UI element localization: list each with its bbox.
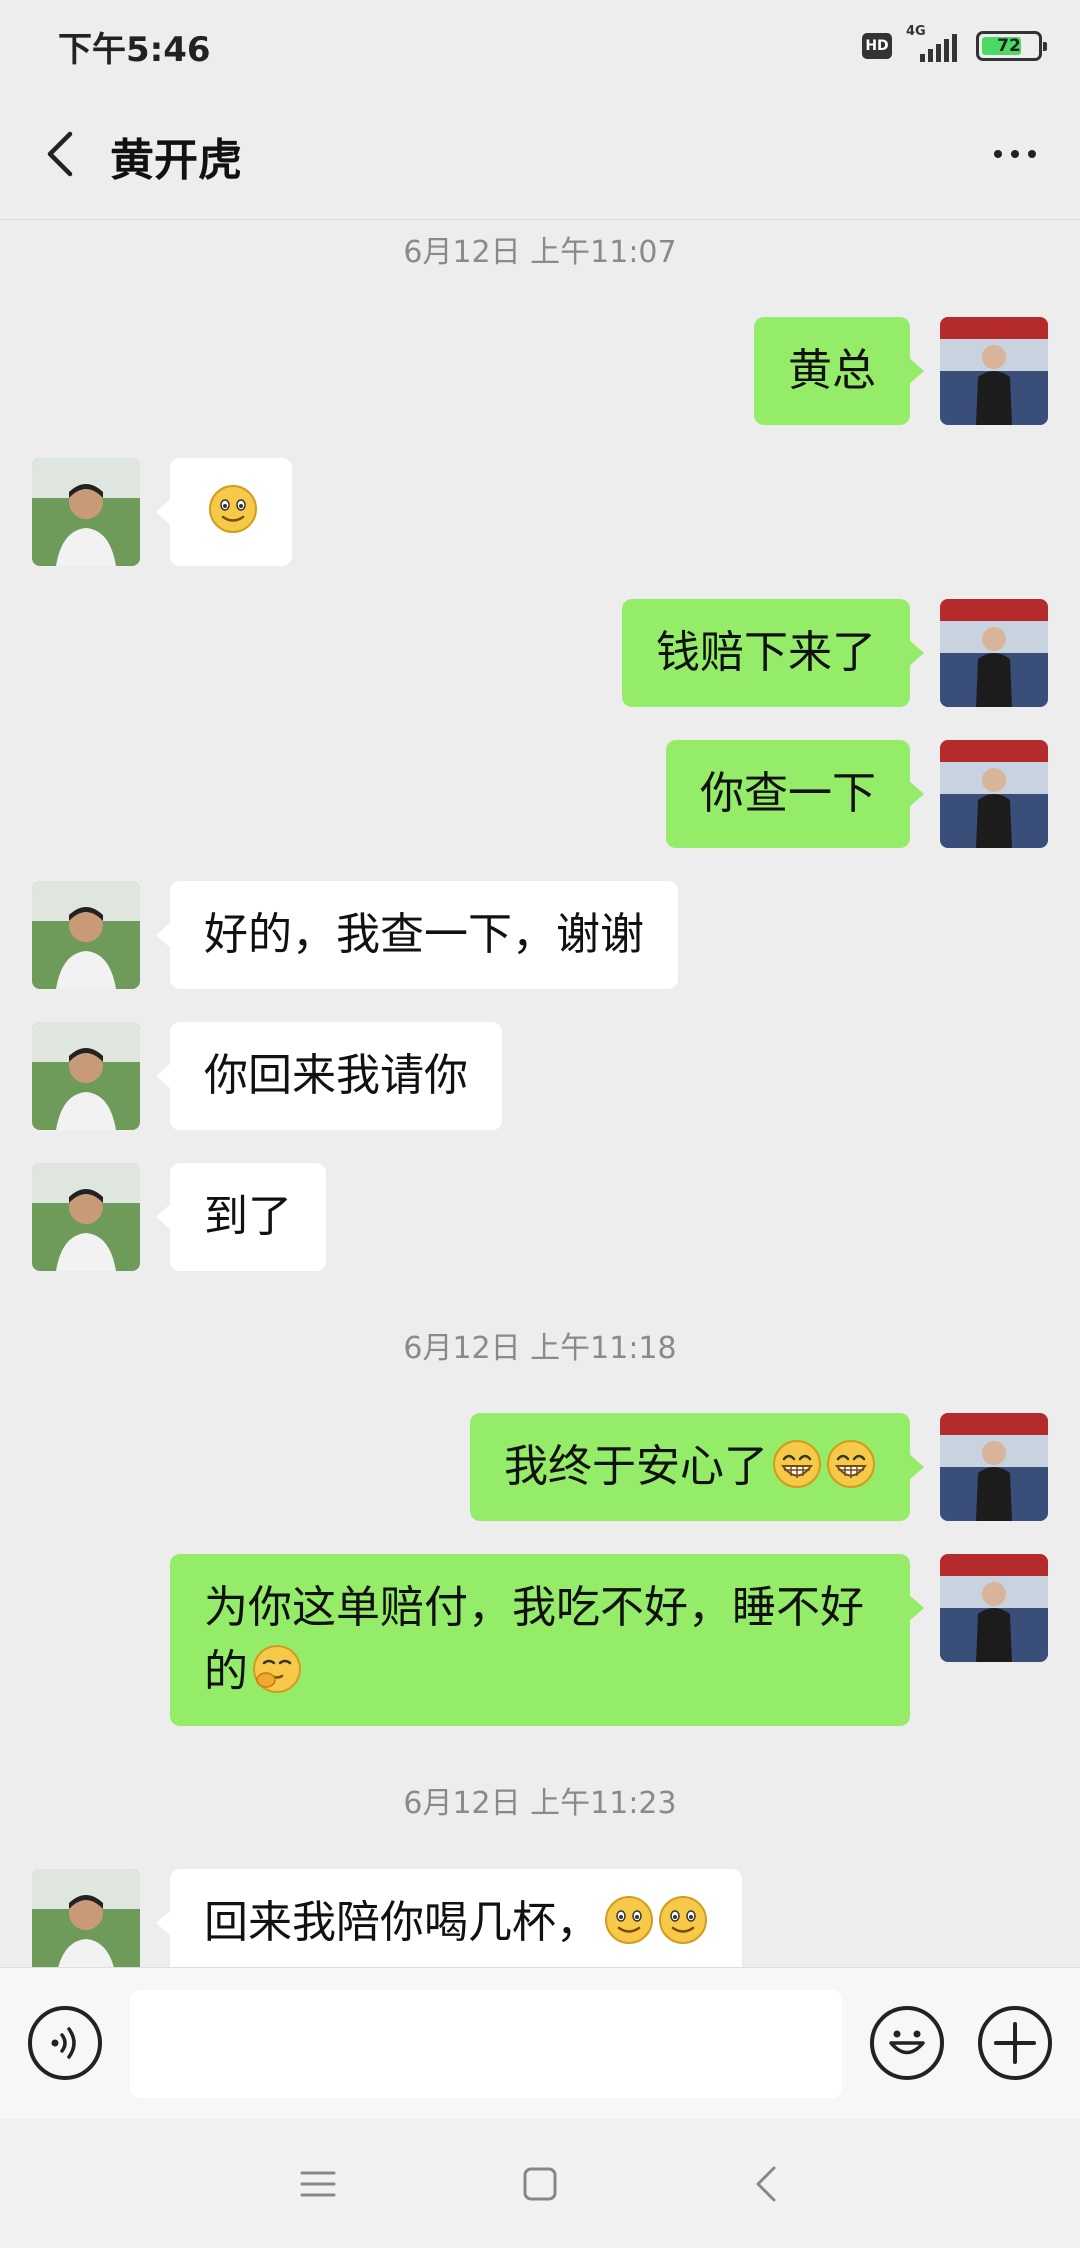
chat-screen: 下午5:46 HD 4G 72 黄开虎 6月12日 上午11:07 黄总 钱赔下… (0, 0, 1080, 2248)
menu-icon (300, 2171, 336, 2197)
back-icon (756, 2166, 776, 2202)
plus-icon (994, 2022, 1036, 2064)
message-bubble[interactable]: 你回来我请你 (156, 1022, 502, 1130)
home-icon (523, 2167, 557, 2201)
message-text: 黄总 (788, 345, 876, 396)
message-text: 为你这单赔付，我吃不好，睡不好的 (204, 1582, 864, 1697)
message-bubble[interactable]: 我终于安心了 (470, 1413, 924, 1521)
message-text: 好的，我查一下，谢谢 (204, 909, 644, 960)
status-bar: 下午5:46 HD 4G 72 (0, 0, 1080, 88)
recent-apps-button[interactable] (278, 2149, 358, 2219)
contact-avatar[interactable] (32, 1869, 140, 1967)
home-button[interactable] (500, 2149, 580, 2219)
smile-emoji-icon (658, 1895, 708, 1945)
more-button[interactable] (980, 122, 1050, 186)
message-bubble[interactable]: 到了 (156, 1163, 326, 1271)
signal-icon: 4G (906, 24, 962, 64)
timestamp: 6月12日 上午11:07 (403, 235, 677, 270)
input-bar (0, 1967, 1080, 2119)
system-back-button[interactable] (726, 2149, 806, 2219)
contact-avatar[interactable] (32, 1163, 140, 1271)
smile-emoji-icon (604, 1895, 654, 1945)
my-avatar[interactable] (940, 1413, 1048, 1521)
my-avatar[interactable] (940, 317, 1048, 425)
hd-icon: HD (862, 33, 892, 59)
message-text: 你查一下 (700, 768, 876, 819)
smile-emoji-icon (208, 484, 258, 534)
voice-icon (51, 2027, 76, 2059)
contact-avatar[interactable] (32, 881, 140, 989)
my-avatar[interactable] (940, 740, 1048, 848)
contact-avatar[interactable] (32, 458, 140, 566)
voice-button[interactable] (28, 2006, 102, 2080)
message-text: 回来我陪你喝几杯， (204, 1897, 600, 1948)
status-icons: HD 4G 72 (862, 24, 1047, 66)
message-bubble[interactable]: 为你这单赔付，我吃不好，睡不好的 (170, 1554, 924, 1726)
battery-level: 72 (997, 36, 1021, 56)
grin-emoji-icon (772, 1439, 822, 1489)
shy-emoji-icon (252, 1644, 302, 1694)
back-button[interactable] (30, 122, 94, 186)
my-avatar[interactable] (940, 1554, 1048, 1662)
timestamp: 6月12日 上午11:18 (403, 1331, 677, 1366)
grin-emoji-icon (826, 1439, 876, 1489)
status-time: 下午5:46 (58, 30, 211, 70)
message-text: 我终于安心了 (504, 1441, 768, 1492)
message-bubble[interactable]: 回来我陪你喝几杯， (156, 1869, 742, 1967)
contact-avatar[interactable] (32, 1022, 140, 1130)
message-list[interactable]: 6月12日 上午11:07 黄总 钱赔下来了 你查一下 好的，我查一下，谢谢 你… (0, 221, 1080, 1967)
message-text: 到了 (204, 1191, 292, 1242)
message-text: 钱赔下来了 (656, 627, 876, 678)
timestamp: 6月12日 上午11:23 (403, 1786, 677, 1821)
nav-bar: 黄开虎 (0, 88, 1080, 220)
message-input[interactable] (130, 1990, 842, 2098)
emoji-button[interactable] (870, 2006, 944, 2080)
message-bubble[interactable] (156, 458, 292, 566)
message-bubble[interactable]: 钱赔下来了 (622, 599, 924, 707)
emoji-icon (889, 2030, 925, 2055)
message-bubble[interactable]: 好的，我查一下，谢谢 (156, 881, 678, 989)
battery-icon: 72 (976, 31, 1047, 61)
message-bubble[interactable]: 黄总 (754, 317, 924, 425)
more-functions-button[interactable] (978, 2006, 1052, 2080)
chat-title: 黄开虎 (110, 135, 242, 186)
more-dots-icon (994, 150, 1036, 158)
message-bubble[interactable]: 你查一下 (666, 740, 924, 848)
chevron-left-icon (47, 131, 73, 177)
message-text: 你回来我请你 (204, 1050, 468, 1101)
system-nav-bar (0, 2119, 1080, 2248)
my-avatar[interactable] (940, 599, 1048, 707)
